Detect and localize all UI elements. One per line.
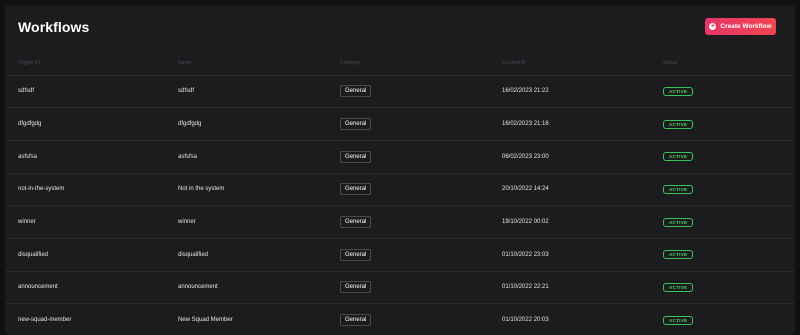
cell-name: asfsfsa xyxy=(165,139,327,174)
table-row[interactable]: not-in-the-system Not in the system Genera… xyxy=(5,172,795,206)
plus-circle-icon: + xyxy=(709,23,717,30)
cell-category: General xyxy=(327,205,489,239)
cell-name: dfgdfgdg xyxy=(165,107,327,141)
cell-category: General xyxy=(327,237,489,272)
category-badge: General xyxy=(340,248,372,261)
column-header-status[interactable]: Status xyxy=(650,52,795,75)
status-badge: ACTIVE xyxy=(663,86,694,96)
cell-status: ACTIVE xyxy=(650,303,795,335)
cell-status: ACTIVE xyxy=(650,107,795,141)
cell-category: General xyxy=(327,107,489,141)
page-title: Workflows xyxy=(18,19,90,35)
cell-name: disqualified xyxy=(165,237,327,272)
cell-category: General xyxy=(327,303,489,335)
column-header-trigger-id[interactable]: Trigger ID xyxy=(5,52,165,75)
cell-created-at: 01/10/2022 20:03 xyxy=(489,303,650,335)
cell-status: ACTIVE xyxy=(650,74,795,108)
category-badge: General xyxy=(340,216,372,229)
status-badge: ACTIVE xyxy=(663,152,694,162)
cell-category: General xyxy=(327,139,489,174)
cell-status: ACTIVE xyxy=(650,205,795,239)
status-badge: ACTIVE xyxy=(663,315,694,325)
cell-name: winner xyxy=(165,205,327,239)
column-header-category[interactable]: Category xyxy=(327,52,489,75)
cell-created-at: 19/10/2022 00:02 xyxy=(489,205,650,239)
status-badge: ACTIVE xyxy=(663,250,694,260)
page-header: Workflows + Create Workflow xyxy=(5,5,795,51)
cell-trigger-id: dfgdfgdg xyxy=(5,107,165,141)
cell-created-at: 06/02/2023 23:00 xyxy=(489,139,650,174)
cell-category: General xyxy=(327,172,489,206)
cell-status: ACTIVE xyxy=(650,270,795,304)
create-workflow-label: Create Workflow xyxy=(720,23,772,30)
cell-created-at: 16/02/2023 21:22 xyxy=(489,74,650,108)
cell-name: announcement xyxy=(165,270,327,304)
cell-trigger-id: winner xyxy=(5,205,165,239)
cell-trigger-id: sdfsdf xyxy=(5,74,165,108)
category-badge: General xyxy=(340,183,372,196)
cell-trigger-id: asfsfsa xyxy=(5,139,165,174)
cell-trigger-id: not-in-the-system xyxy=(5,172,165,206)
cell-category: General xyxy=(327,270,489,304)
workflows-panel: Workflows + Create Workflow Trigger ID N… xyxy=(5,5,795,335)
status-badge: ACTIVE xyxy=(663,119,694,129)
category-badge: General xyxy=(340,118,372,131)
cell-name: sdfsdf xyxy=(165,74,327,108)
category-badge: General xyxy=(340,150,372,163)
status-badge: ACTIVE xyxy=(663,282,694,292)
cell-name: Not in the system xyxy=(165,172,327,206)
cell-status: ACTIVE xyxy=(650,237,795,272)
cell-created-at: 01/10/2022 22:21 xyxy=(489,270,650,304)
table-row[interactable]: sdfsdf sdfsdf General 16/02/2023 21:22 ACTIV… xyxy=(5,74,795,108)
table-row[interactable]: announcement announcement General 01/10/202… xyxy=(5,270,795,304)
table-row[interactable]: dfgdfgdg dfgdfgdg General 16/02/2023 21:16 A… xyxy=(5,107,795,141)
create-workflow-button[interactable]: + Create Workflow xyxy=(705,18,776,35)
cell-status: ACTIVE xyxy=(650,172,795,206)
cell-trigger-id: new-squad-member xyxy=(5,303,165,335)
category-badge: General xyxy=(340,281,372,294)
cell-created-at: 16/02/2023 21:16 xyxy=(489,107,650,141)
column-header-created-at[interactable]: Created At xyxy=(489,52,650,75)
category-badge: General xyxy=(340,85,372,98)
cell-name: New Squad Member xyxy=(165,303,327,335)
table-header-row: Trigger ID Name Category Created At Stat… xyxy=(5,52,795,75)
cell-status: ACTIVE xyxy=(650,139,795,174)
cell-category: General xyxy=(327,74,489,108)
status-badge: ACTIVE xyxy=(663,184,694,194)
table-row[interactable]: disqualified disqualified General 01/10/202… xyxy=(5,237,795,272)
category-badge: General xyxy=(340,314,372,327)
status-badge: ACTIVE xyxy=(663,217,694,227)
table-row[interactable]: winner winner General 19/10/2022 00:02 ACTIV… xyxy=(5,205,795,239)
cell-created-at: 20/10/2022 14:24 xyxy=(489,172,650,206)
cell-trigger-id: announcement xyxy=(5,270,165,304)
table-row[interactable]: asfsfsa asfsfsa General 06/02/2023 23:00 ACT… xyxy=(5,139,795,174)
cell-trigger-id: disqualified xyxy=(5,237,165,272)
workflows-table: Trigger ID Name Category Created At Stat… xyxy=(5,52,795,335)
column-header-name[interactable]: Name xyxy=(165,52,327,75)
cell-created-at: 01/10/2022 23:03 xyxy=(489,237,650,272)
table-row[interactable]: new-squad-member New Squad Member General 0… xyxy=(5,303,795,335)
